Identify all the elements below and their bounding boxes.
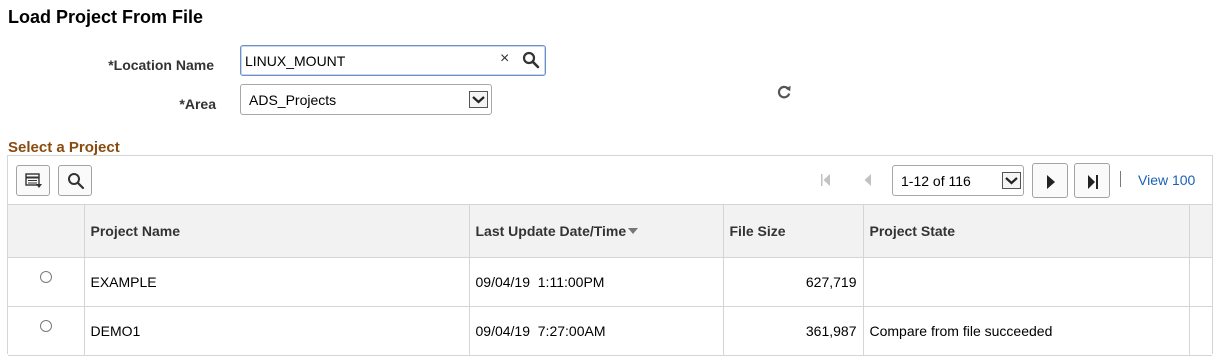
table-row[interactable]: EXAMPLE 09/04/19 1:11:00PM 627,719 [8,257,1212,307]
area-select[interactable]: ADS_Projects [240,84,492,115]
search-icon [68,173,85,190]
chevron-down-icon[interactable] [1002,172,1021,189]
project-state-cell: Compare from file succeeded [862,306,1189,356]
project-table: Project Name Last Update Date/Time File … [8,204,1212,356]
spacer-column-header [1188,204,1212,258]
project-name-header[interactable]: Project Name [83,204,469,258]
location-name-input[interactable] [245,51,485,71]
page-range-select[interactable]: 1-12 of 116 [892,165,1024,196]
last-page-icon [1088,175,1098,189]
next-page-icon [1047,175,1055,189]
project-state-cell [862,257,1189,307]
row-radio-button[interactable] [39,271,52,283]
find-button[interactable] [58,165,92,196]
first-page-icon[interactable] [819,172,833,188]
spacer-cell [1188,257,1212,307]
project-name-cell: DEMO1 [83,306,469,356]
page-title: Load Project From File [8,7,204,27]
personalize-grid-button[interactable] [16,165,50,196]
last-page-button[interactable] [1074,163,1110,198]
file-size-header[interactable]: File Size [722,204,863,258]
select-column-header [8,204,84,258]
project-grid: 1-12 of 116 View 100 Project Name Last U… [7,155,1213,356]
next-page-button[interactable] [1032,163,1068,198]
file-size-cell: 361,987 [722,306,863,356]
refresh-icon[interactable] [776,84,792,100]
table-header-row: Project Name Last Update Date/Time File … [8,204,1212,258]
project-state-header[interactable]: Project State [862,204,1189,258]
spacer-cell [1188,306,1212,356]
area-label: *Area [179,96,216,112]
sort-descending-icon [628,228,639,234]
chevron-down-icon[interactable] [469,91,488,108]
personalize-grid-icon [25,173,42,188]
location-name-label: *Location Name [108,57,214,73]
project-name-cell: EXAMPLE [83,257,469,307]
divider [1120,171,1121,187]
file-size-cell: 627,719 [722,257,863,307]
area-value: ADS_Projects [249,92,337,108]
row-radio-button[interactable] [39,320,52,332]
previous-page-icon[interactable] [861,172,875,188]
grid-title: Select a Project [8,139,120,156]
search-icon[interactable] [522,51,540,69]
last-update-cell: 09/04/19 7:27:00AM [468,306,723,356]
last-update-cell: 09/04/19 1:11:00PM [468,257,723,307]
close-icon[interactable]: × [500,50,509,68]
table-row[interactable]: DEMO1 09/04/19 7:27:00AM 361,987 Compare… [8,306,1212,356]
page-range-value: 1-12 of 116 [901,173,971,189]
row-select-cell[interactable] [8,257,84,307]
location-name-field[interactable]: × [240,45,546,76]
last-update-header-label: Last Update Date/Time [475,223,627,239]
view-all-link[interactable]: View 100 [1138,172,1195,188]
last-update-header[interactable]: Last Update Date/Time [468,204,723,258]
row-select-cell[interactable] [8,306,84,356]
